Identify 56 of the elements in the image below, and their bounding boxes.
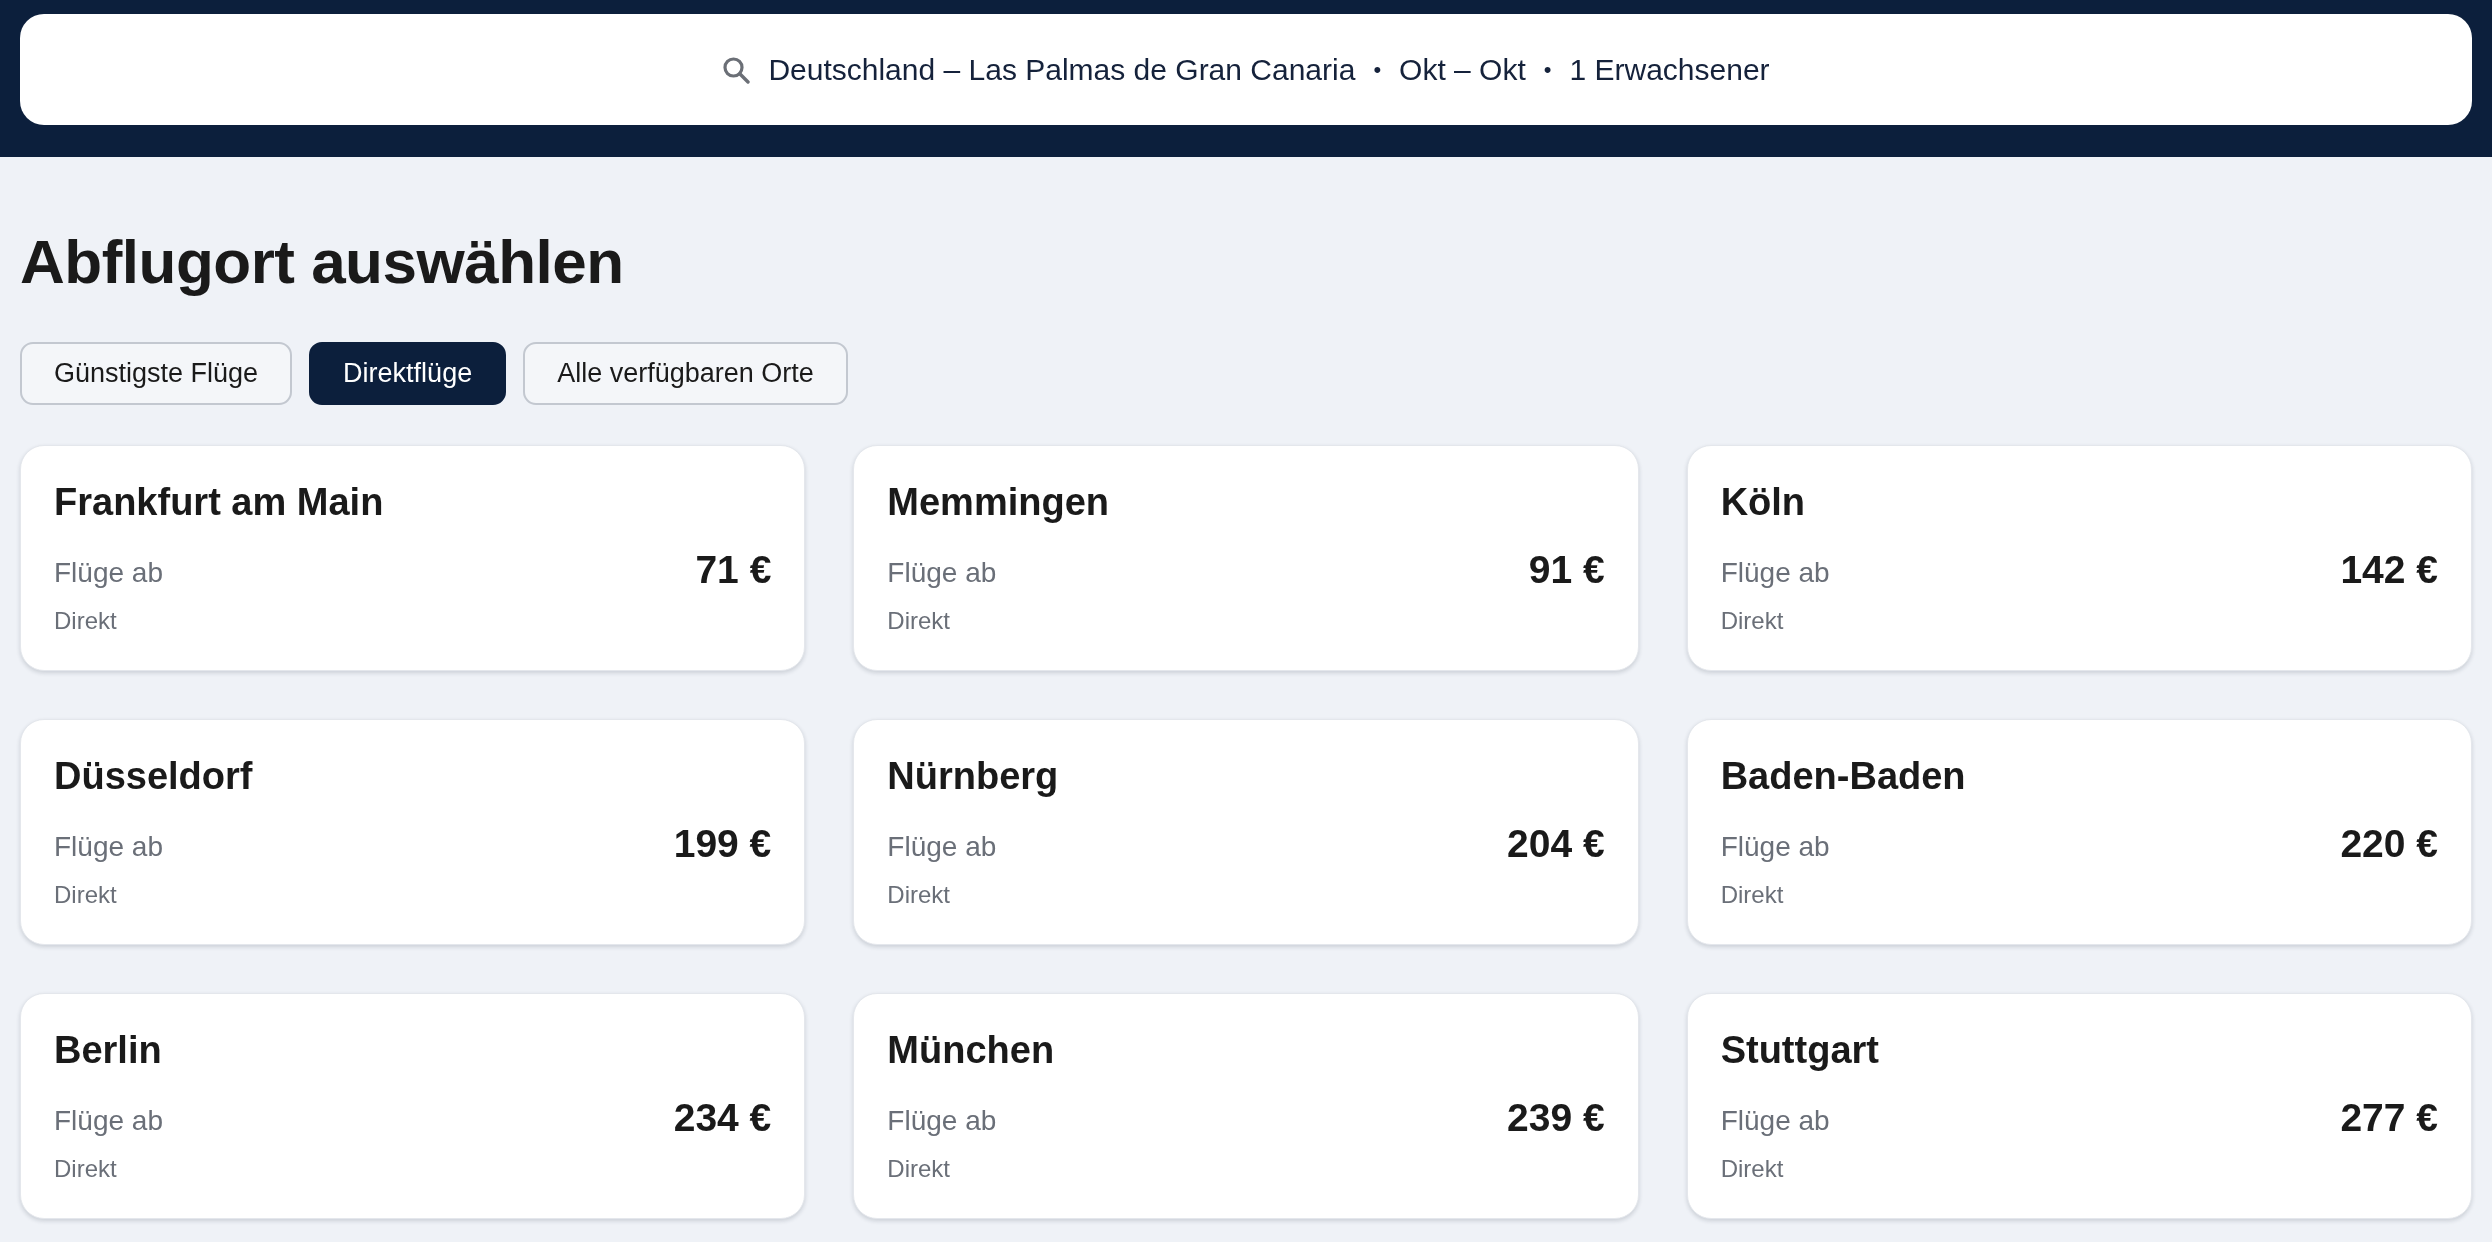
destination-card[interactable]: Berlin Flüge ab 234 € Direkt bbox=[20, 993, 806, 1219]
price-text: 91 € bbox=[1528, 548, 1605, 592]
price-label: Flüge ab bbox=[54, 557, 163, 589]
destination-card[interactable]: Nürnberg Flüge ab 204 € Direkt bbox=[853, 719, 1639, 945]
destination-card[interactable]: Köln Flüge ab 142 € Direkt bbox=[1686, 445, 2472, 671]
price-label: Flüge ab bbox=[887, 831, 997, 863]
stops-label: Direkt bbox=[54, 880, 117, 910]
stops-label: Direkt bbox=[54, 606, 117, 636]
stops-label: Direkt bbox=[54, 1154, 117, 1184]
price-text: 220 € bbox=[2340, 822, 2438, 866]
destination-card[interactable]: Düsseldorf Flüge ab 199 € Direkt bbox=[20, 719, 806, 945]
city-name: Nürnberg bbox=[887, 754, 1059, 798]
price-text: 71 € bbox=[695, 548, 772, 592]
destination-card[interactable]: München Flüge ab 239 € Direkt bbox=[853, 993, 1639, 1219]
price-text: 142 € bbox=[2340, 548, 2438, 592]
price-label: Flüge ab bbox=[887, 1105, 997, 1137]
price-label: Flüge ab bbox=[1720, 831, 1830, 863]
price-label: Flüge ab bbox=[54, 831, 163, 863]
search-summary-text: Deutschland – Las Palmas de Gran Canaria bbox=[768, 52, 1356, 87]
search-icon bbox=[722, 55, 751, 84]
stops-label: Direkt bbox=[887, 606, 950, 636]
page-title: Abflugort auswählen bbox=[20, 226, 624, 298]
filter-tab[interactable]: Alle verfügbaren Orte bbox=[523, 342, 848, 405]
bullet-separator: • bbox=[1543, 56, 1552, 83]
filter-tab[interactable]: Günstigste Flüge bbox=[20, 342, 293, 405]
price-text: 199 € bbox=[673, 822, 772, 866]
city-name: Frankfurt am Main bbox=[54, 480, 384, 524]
city-name: Stuttgart bbox=[1720, 1028, 1879, 1072]
search-bar[interactable]: Deutschland – Las Palmas de Gran Canaria • Okt – Okt • 1 Erwachsener bbox=[20, 14, 2472, 125]
stops-label: Direkt bbox=[887, 880, 950, 910]
destination-card[interactable]: Baden-Baden Flüge ab 220 € Direkt bbox=[1686, 719, 2472, 945]
filter-tab[interactable]: Direktflüge bbox=[309, 342, 507, 405]
price-label: Flüge ab bbox=[1720, 557, 1830, 589]
price-label: Flüge ab bbox=[1720, 1105, 1830, 1137]
city-name: München bbox=[887, 1028, 1055, 1072]
stops-label: Direkt bbox=[1720, 880, 1784, 910]
price-text: 277 € bbox=[2340, 1096, 2438, 1140]
city-name: Berlin bbox=[54, 1028, 162, 1072]
stops-label: Direkt bbox=[1720, 606, 1784, 636]
search-summary-text: Okt – Okt bbox=[1399, 52, 1526, 87]
destination-card[interactable]: Stuttgart Flüge ab 277 € Direkt bbox=[1686, 993, 2472, 1219]
city-name: Baden-Baden bbox=[1720, 754, 1966, 798]
price-label: Flüge ab bbox=[887, 557, 997, 589]
city-name: Köln bbox=[1720, 480, 1806, 524]
price-text: 204 € bbox=[1507, 822, 1605, 866]
price-text: 239 € bbox=[1507, 1096, 1605, 1140]
city-name: Memmingen bbox=[887, 480, 1110, 524]
search-summary-text: 1 Erwachsener bbox=[1569, 52, 1770, 87]
bullet-separator: • bbox=[1373, 56, 1382, 83]
city-name: Düsseldorf bbox=[54, 754, 253, 798]
destination-card[interactable]: Memmingen Flüge ab 91 € Direkt bbox=[853, 445, 1639, 671]
price-text: 234 € bbox=[673, 1096, 772, 1140]
destination-card[interactable]: Frankfurt am Main Flüge ab 71 € Direkt bbox=[20, 445, 806, 671]
stops-label: Direkt bbox=[1720, 1154, 1784, 1184]
price-label: Flüge ab bbox=[54, 1105, 163, 1137]
stops-label: Direkt bbox=[887, 1154, 950, 1184]
